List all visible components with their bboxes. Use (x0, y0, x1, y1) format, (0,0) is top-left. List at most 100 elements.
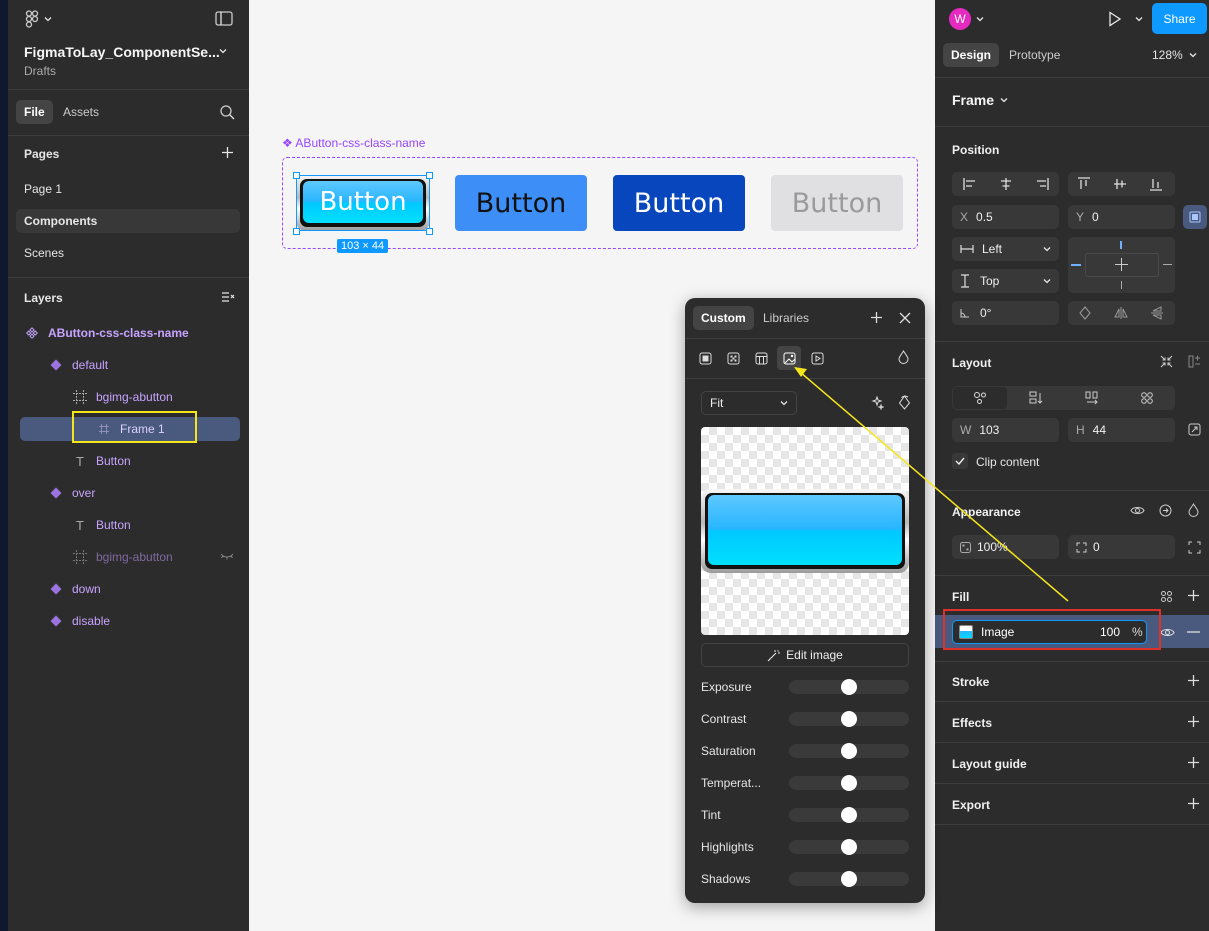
file-name[interactable]: FigmaToLay_ComponentSe... (24, 44, 220, 60)
slider-knob[interactable] (841, 679, 857, 695)
width-field[interactable]: W 103 (952, 418, 1059, 442)
clip-content-label[interactable]: Clip content (976, 455, 1039, 469)
resize-handle[interactable] (426, 172, 433, 179)
horizontal-constraint-select[interactable]: Left (952, 237, 1059, 261)
image-fill-icon[interactable] (777, 346, 801, 370)
tab-design[interactable]: Design (943, 43, 1000, 67)
layout-guide-header[interactable]: Layout guide (952, 757, 1027, 771)
adjustment-slider[interactable] (789, 871, 909, 887)
resize-handle[interactable] (293, 228, 300, 235)
tab-libraries[interactable]: Libraries (755, 306, 817, 330)
page-item-page-1[interactable]: Page 1 (16, 177, 240, 201)
layer-variant-down[interactable]: down (44, 577, 101, 601)
constraint-bottom[interactable] (1121, 281, 1122, 289)
slider-knob[interactable] (841, 711, 857, 727)
align-left-icon[interactable] (958, 172, 982, 196)
layer-text-button[interactable]: T Button (68, 449, 131, 473)
zoom-level[interactable]: 128% (1152, 48, 1197, 62)
adjustment-slider[interactable] (789, 839, 909, 855)
x-field[interactable]: X 0.5 (952, 205, 1059, 229)
visibility-eye-icon[interactable] (1130, 505, 1145, 516)
layer-component-set[interactable]: AButton-css-class-name (20, 321, 189, 345)
constraint-left-active[interactable] (1071, 264, 1081, 266)
add-style-icon[interactable] (870, 311, 883, 324)
clip-content-checkbox[interactable] (952, 453, 968, 469)
layer-variant-over[interactable]: over (44, 481, 95, 505)
image-scale-mode-select[interactable]: Fit (701, 391, 797, 415)
layer-frame-1[interactable]: Frame 1 (92, 417, 165, 441)
constraint-right[interactable] (1163, 264, 1172, 265)
export-header[interactable]: Export (952, 798, 990, 812)
slider-knob[interactable] (841, 807, 857, 823)
rotate-image-icon[interactable] (898, 395, 911, 410)
adjustment-slider[interactable] (789, 775, 909, 791)
layer-bgimg-abutton[interactable]: bgimg-abutton (68, 385, 173, 409)
rotation-field[interactable]: 0° (952, 301, 1059, 325)
slider-knob[interactable] (841, 775, 857, 791)
adjustment-slider[interactable] (789, 743, 909, 759)
tab-custom[interactable]: Custom (693, 306, 754, 330)
avatar[interactable]: W (949, 8, 971, 30)
flip-horizontal-icon[interactable] (1109, 301, 1133, 325)
grid-layout-icon[interactable] (1188, 355, 1201, 368)
page-item-scenes[interactable]: Scenes (16, 241, 240, 265)
vertical-constraint-select[interactable]: Top (952, 269, 1059, 293)
present-play-icon[interactable] (1108, 11, 1122, 27)
frame-type-dropdown[interactable]: Frame (952, 92, 1008, 108)
layer-variant-default[interactable]: default (44, 353, 108, 377)
hidden-eye-icon[interactable] (220, 552, 234, 560)
file-location[interactable]: Drafts (24, 64, 56, 78)
slider-knob[interactable] (841, 871, 857, 887)
resize-handle[interactable] (293, 172, 300, 179)
layout-vertical-icon[interactable] (1009, 387, 1063, 409)
page-item-components[interactable]: Components (16, 209, 240, 233)
layer-variant-disable[interactable]: disable (44, 609, 110, 633)
button-variant-down[interactable]: Button (613, 175, 745, 231)
adjustment-slider[interactable] (789, 711, 909, 727)
file-menu-chevron-icon[interactable] (219, 47, 227, 55)
align-middle-icon[interactable] (1108, 172, 1132, 196)
button-variant-over[interactable]: Button (455, 175, 587, 231)
layout-grid-icon[interactable] (1120, 387, 1174, 409)
align-bottom-icon[interactable] (1144, 172, 1168, 196)
share-button[interactable]: Share (1152, 3, 1207, 34)
add-effect-icon[interactable] (1187, 715, 1200, 728)
flip-vertical-icon[interactable] (1145, 301, 1169, 325)
adjustment-slider[interactable] (789, 679, 909, 695)
button-variant-disable[interactable]: Button (771, 175, 903, 231)
add-fill-icon[interactable] (1187, 589, 1200, 602)
component-set-label[interactable]: ❖ AButton-css-class-name (282, 136, 425, 150)
y-field[interactable]: Y 0 (1068, 205, 1175, 229)
chevron-down-icon[interactable] (1135, 15, 1143, 23)
layer-text-button[interactable]: T Button (68, 513, 131, 537)
stroke-header[interactable]: Stroke (952, 675, 989, 689)
video-fill-icon[interactable] (805, 346, 829, 370)
add-stroke-icon[interactable] (1187, 674, 1200, 687)
slider-knob[interactable] (841, 839, 857, 855)
layout-freeform-icon[interactable] (953, 387, 1007, 409)
collapse-layers-icon[interactable] (221, 291, 235, 303)
solid-fill-icon[interactable] (693, 346, 717, 370)
slider-knob[interactable] (841, 743, 857, 759)
tab-file[interactable]: File (16, 100, 53, 124)
constraint-top-active[interactable] (1120, 241, 1122, 249)
add-page-icon[interactable] (221, 146, 234, 159)
close-icon[interactable] (899, 312, 911, 324)
fill-visibility-eye-icon[interactable] (1160, 627, 1175, 638)
search-icon[interactable] (220, 105, 235, 120)
resize-to-fit-icon[interactable] (1188, 423, 1201, 436)
edit-image-button[interactable]: Edit image (701, 643, 909, 667)
effects-header[interactable]: Effects (952, 716, 992, 730)
constraints-widget[interactable] (1068, 237, 1175, 293)
image-preview[interactable] (701, 427, 909, 635)
blend-drop-icon[interactable] (898, 350, 909, 364)
rotate-icon[interactable] (1073, 301, 1097, 325)
align-right-icon[interactable] (1030, 172, 1054, 196)
layer-bgimg-abutton-hidden[interactable]: bgimg-abutton (68, 545, 173, 569)
opacity-field[interactable]: 100% (952, 535, 1059, 559)
tab-assets[interactable]: Assets (55, 100, 107, 124)
figma-menu-button[interactable] (24, 10, 52, 28)
align-center-h-icon[interactable] (994, 172, 1018, 196)
add-layout-guide-icon[interactable] (1187, 756, 1200, 769)
gradient-fill-icon[interactable] (721, 346, 745, 370)
